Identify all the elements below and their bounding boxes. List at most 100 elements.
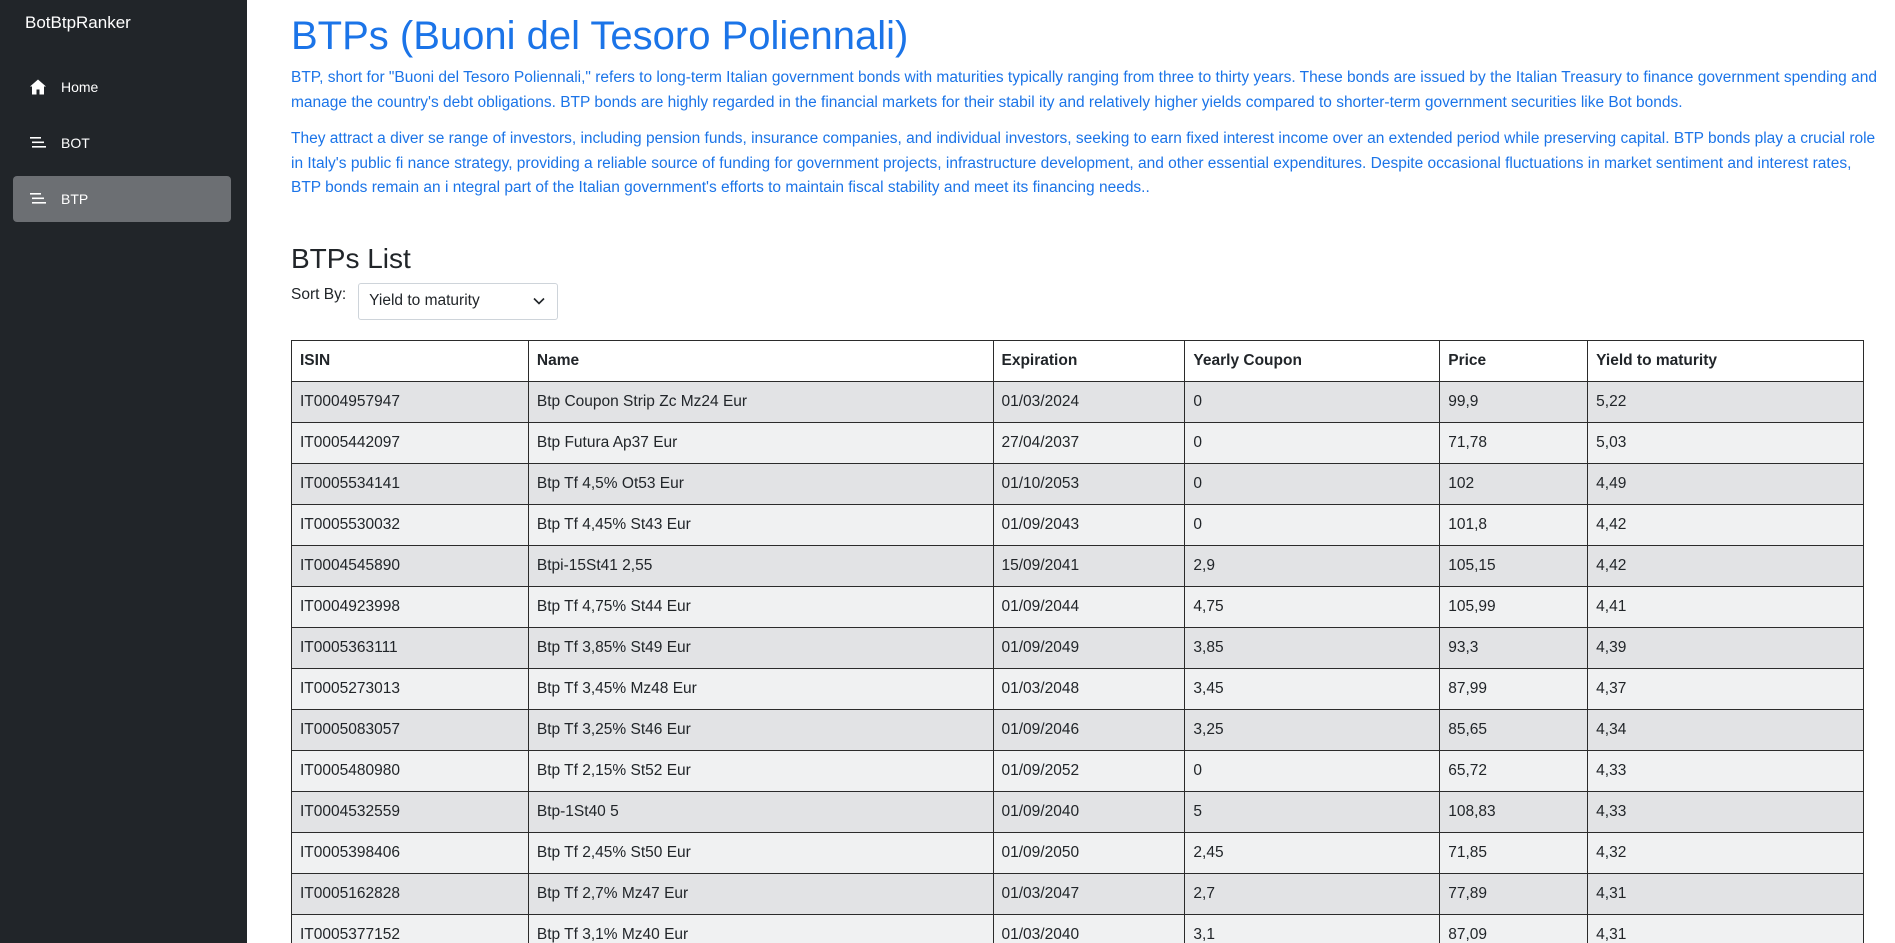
table-cell: IT0004532559 [291,790,529,833]
table-cell: 4,32 [1587,831,1864,874]
table-cell: 27/04/2037 [992,421,1186,464]
sidebar: BotBtpRanker Home BOT BTP [0,0,247,943]
table-cell: 01/09/2049 [992,626,1186,669]
table-header-row: ISIN Name Expiration Yearly Coupon Price Yiel… [291,339,1864,382]
table-cell: 4,42 [1587,503,1864,546]
table-cell: 4,33 [1587,790,1864,833]
table-cell: IT0005534141 [291,462,529,505]
column-header[interactable]: Expiration [992,339,1186,382]
table-cell: 01/09/2044 [992,585,1186,628]
table-row: IT0004545890 Btpi-15St41 2,55 15/09/2041 2,… [291,544,1864,587]
table-cell: IT0005398406 [291,831,529,874]
table-cell: 01/09/2052 [992,749,1186,792]
table-row: IT0005530032 Btp Tf 4,45% St43 Eur 01/09/2… [291,503,1864,546]
table-cell: 101,8 [1439,503,1589,546]
table-cell: 4,34 [1587,708,1864,751]
table-row: IT0005442097 Btp Futura Ap37 Eur 27/04/203… [291,421,1864,464]
sidebar-item-label: BTP [61,191,89,207]
page-title: BTPs (Buoni del Tesoro Poliennali) [291,14,909,58]
table-cell: 4,75 [1184,585,1441,628]
brand-title[interactable]: BotBtpRanker [0,12,247,34]
table-cell: 0 [1184,503,1441,546]
column-header[interactable]: Name [527,339,994,382]
table-cell: 87,09 [1439,913,1589,943]
table-cell: 01/03/2048 [992,667,1186,710]
table-cell: IT0005480980 [291,749,529,792]
table-cell: Btp Tf 4,75% St44 Eur [527,585,994,628]
table-cell: Btp Tf 2,7% Mz47 Eur [527,872,994,915]
table-row: IT0005083057 Btp Tf 3,25% St46 Eur 01/09/2… [291,708,1864,751]
table-cell: 102 [1439,462,1589,505]
table-cell: 3,25 [1184,708,1441,751]
table-cell: 01/03/2047 [992,872,1186,915]
chevron-down-icon [533,292,545,310]
table-row: IT0005377152 Btp Tf 3,1% Mz40 Eur 01/03/20… [291,913,1864,943]
sort-label: Sort By: [291,285,347,303]
table-cell: Btp Tf 4,5% Ot53 Eur [527,462,994,505]
table-cell: 4,41 [1587,585,1864,628]
sidebar-item-bot[interactable]: BOT [13,120,231,166]
table-cell: 0 [1184,380,1441,423]
column-header[interactable]: Yearly Coupon [1184,339,1441,382]
table-cell: 2,9 [1184,544,1441,587]
table-cell: 5 [1184,790,1441,833]
table-cell: 01/03/2040 [992,913,1186,943]
column-header[interactable]: ISIN [291,339,529,382]
table-cell: 01/10/2053 [992,462,1186,505]
table-cell: 4,49 [1587,462,1864,505]
table-cell: 3,45 [1184,667,1441,710]
table-row: IT0004923998 Btp Tf 4,75% St44 Eur 01/09/2… [291,585,1864,628]
table-cell: Btp Tf 3,25% St46 Eur [527,708,994,751]
table-cell: IT0005530032 [291,503,529,546]
table-row: IT0005534141 Btp Tf 4,5% Ot53 Eur 01/10/20… [291,462,1864,505]
table-cell: Btp Tf 3,45% Mz48 Eur [527,667,994,710]
table-cell: Btp Tf 3,1% Mz40 Eur [527,913,994,943]
table-cell: Btpi-15St41 2,55 [527,544,994,587]
table-cell: IT0005162828 [291,872,529,915]
table-cell: 01/03/2024 [992,380,1186,423]
table-cell: 85,65 [1439,708,1589,751]
table-cell: IT0005363111 [291,626,529,669]
table-row: IT0004532559 Btp-1St40 5 01/09/2040 5 108,83… [291,790,1864,833]
table-cell: IT0004923998 [291,585,529,628]
table-cell: IT0004957947 [291,380,529,423]
table-cell: Btp Coupon Strip Zc Mz24 Eur [527,380,994,423]
table-cell: Btp-1St40 5 [527,790,994,833]
column-header[interactable]: Yield to maturity [1587,339,1864,382]
table-cell: 15/09/2041 [992,544,1186,587]
table-cell: IT0005273013 [291,667,529,710]
table-row: IT0004957947 Btp Coupon Strip Zc Mz24 Eur… [291,380,1864,423]
intro: BTP, short for "Buoni del Tesoro Polienn… [291,66,1885,201]
home-icon [29,78,47,96]
sidebar-item-btp[interactable]: BTP [13,176,231,222]
table-cell: 0 [1184,462,1441,505]
sort-select-value: Yield to maturity [369,292,480,309]
table-cell: 01/09/2040 [992,790,1186,833]
table-cell: 71,78 [1439,421,1589,464]
table-cell: 93,3 [1439,626,1589,669]
table-cell: IT0005377152 [291,913,529,943]
main-content: BTPs (Buoni del Tesoro Poliennali) BTP, … [247,0,1895,943]
column-header[interactable]: Price [1439,339,1589,382]
table-cell: 5,22 [1587,380,1864,423]
table-cell: 4,31 [1587,913,1864,943]
table-cell: 71,85 [1439,831,1589,874]
table-cell: 108,83 [1439,790,1589,833]
table-cell: 87,99 [1439,667,1589,710]
list-title: BTPs List [291,242,411,274]
table-cell: Btp Tf 3,85% St49 Eur [527,626,994,669]
table-row: IT0005363111 Btp Tf 3,85% St49 Eur 01/09/2… [291,626,1864,669]
sidebar-item-home[interactable]: Home [13,64,231,110]
list-icon [29,134,47,152]
sort-select[interactable]: Yield to maturity [358,282,559,320]
table-row: IT0005480980 Btp Tf 2,15% St52 Eur 01/09/2… [291,749,1864,792]
table-cell: 4,33 [1587,749,1864,792]
table-cell: Btp Futura Ap37 Eur [527,421,994,464]
table-cell: 01/09/2046 [992,708,1186,751]
intro-paragraph: BTP, short for "Buoni del Tesoro Polienn… [291,69,1877,111]
table-cell: 105,99 [1439,585,1589,628]
table-cell: 4,42 [1587,544,1864,587]
sort-row: Sort By: Yield to maturity [291,282,1885,320]
table-row: IT0005398406 Btp Tf 2,45% St50 Eur 01/09/2… [291,831,1864,874]
app-root: BotBtpRanker Home BOT BTP BTPs (Buoni de… [0,0,1895,943]
